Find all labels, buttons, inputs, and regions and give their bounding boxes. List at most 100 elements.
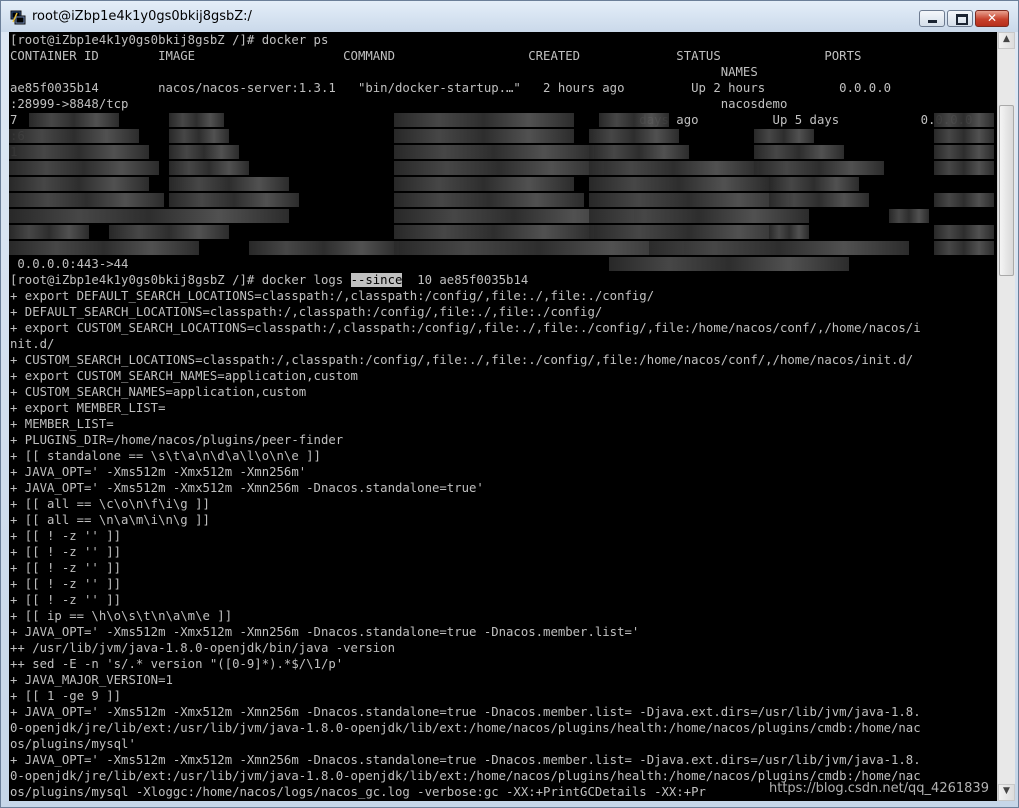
- terminal-line: NAMES: [10, 65, 758, 79]
- redacted-region: [589, 129, 679, 143]
- redacted-region: [934, 225, 994, 239]
- scroll-up-icon: ▲: [1003, 34, 1010, 44]
- terminal-line: ae85f0035b14 nacos/nacos-server:1.3.1 "b…: [10, 81, 891, 95]
- redacted-region: [394, 193, 584, 207]
- redacted-region: [9, 129, 139, 143]
- redacted-region: [934, 145, 994, 159]
- vertical-scrollbar[interactable]: ▲ ▼: [997, 32, 1015, 801]
- redacted-region: [169, 161, 249, 175]
- redacted-region: [249, 241, 399, 255]
- redacted-region: [394, 161, 604, 175]
- minimize-icon: [928, 20, 937, 23]
- command-prefix: [root@iZbp1e4k1y0gs0bkij8gsbZ /]# docker…: [10, 273, 351, 287]
- terminal-line: + JAVA_OPT=' -Xms512m -Xmx512m -Xmn256m …: [10, 705, 921, 719]
- redacted-region: [9, 145, 149, 159]
- window-controls: ✕: [917, 10, 1009, 28]
- terminal-line: + export MEMBER_LIST=: [10, 401, 166, 415]
- redacted-region: [754, 145, 844, 159]
- terminal-line: + JAVA_OPT=' -Xms512m -Xmx512m -Xmn256m …: [10, 481, 484, 495]
- redacted-region: [649, 241, 909, 255]
- redacted-region: [109, 225, 229, 239]
- redacted-region: [934, 113, 994, 127]
- redacted-region: [9, 161, 159, 175]
- redacted-region: [769, 177, 859, 191]
- redacted-region: [9, 193, 164, 207]
- terminal-line: 0.0.0.0:443->44: [10, 257, 129, 271]
- redacted-region: [754, 129, 814, 143]
- close-button[interactable]: ✕: [975, 10, 1009, 27]
- redacted-region: [169, 129, 229, 143]
- redacted-region: [589, 145, 689, 159]
- terminal-line: + PLUGINS_DIR=/home/nacos/plugins/peer-f…: [10, 433, 344, 447]
- close-icon: ✕: [987, 11, 998, 25]
- redacted-region: [589, 177, 769, 191]
- terminal-line: + [[ ! -z '' ]]: [10, 561, 122, 575]
- redacted-region: [394, 225, 594, 239]
- terminal-line: + [[ ! -z '' ]]: [10, 593, 122, 607]
- redacted-region: [934, 129, 994, 143]
- terminal-line: :28999->8848/tcp nacosdemo: [10, 97, 788, 111]
- redacted-region: [9, 225, 89, 239]
- redacted-region: [609, 257, 849, 271]
- terminal-line: CONTAINER ID IMAGE COMMAND CREATED STATU…: [10, 49, 862, 63]
- redacted-region: [589, 209, 809, 223]
- terminal-line: [root@iZbp1e4k1y0gs0bkij8gsbZ /]# docker…: [10, 33, 329, 47]
- redacted-region: [769, 193, 869, 207]
- terminal-window: root@iZbp1e4k1y0gs0bkij8gsbZ:/ ✕ [root@i…: [0, 0, 1019, 808]
- title-bar[interactable]: root@iZbp1e4k1y0gs0bkij8gsbZ:/ ✕: [1, 1, 1018, 32]
- terminal-line: + DEFAULT_SEARCH_LOCATIONS=classpath:/,c…: [10, 305, 603, 319]
- redacted-region: [589, 193, 789, 207]
- terminal-line: + [[ all == \n\a\m\i\n\g ]]: [10, 513, 210, 527]
- terminal-line: + [[ 1 -ge 9 ]]: [10, 689, 122, 703]
- terminal-line: + [[ ! -z '' ]]: [10, 545, 122, 559]
- redacted-region: [394, 113, 574, 127]
- terminal-output[interactable]: [root@iZbp1e4k1y0gs0bkij8gsbZ /]# docker…: [9, 32, 997, 801]
- scrollbar-thumb[interactable]: [999, 105, 1014, 277]
- redacted-region: [934, 241, 994, 255]
- scroll-down-button[interactable]: ▼: [998, 784, 1015, 801]
- terminal-line: [root@iZbp1e4k1y0gs0bkij8gsbZ /]# docker…: [10, 272, 528, 288]
- redacted-region: [589, 161, 759, 175]
- terminal-line: + [[ ! -z '' ]]: [10, 577, 122, 591]
- terminal-line: os/plugins/mysql': [10, 737, 136, 751]
- watermark-text: https://blog.csdn.net/qq_4261839: [769, 781, 989, 796]
- terminal-line: + JAVA_MAJOR_VERSION=1: [10, 673, 173, 687]
- terminal-line: os/plugins/mysql -Xloggc:/home/nacos/log…: [10, 785, 706, 799]
- redacted-region: [889, 209, 929, 223]
- redacted-region: [169, 145, 239, 159]
- redacted-region: [394, 145, 594, 159]
- redacted-region: [589, 225, 789, 239]
- terminal-line: ++ sed -E -n 's/.* version "([0-9]*).*$/…: [10, 657, 344, 671]
- redacted-region: [9, 177, 149, 191]
- redacted-region: [9, 241, 199, 255]
- window-title: root@iZbp1e4k1y0gs0bkij8gsbZ:/: [32, 9, 252, 24]
- redacted-region: [169, 193, 299, 207]
- terminal-line: + export CUSTOM_SEARCH_NAMES=application…: [10, 369, 358, 383]
- minimize-button[interactable]: [919, 10, 945, 27]
- terminal-line: + [[ ! -z '' ]]: [10, 529, 122, 543]
- redacted-region: [934, 193, 994, 207]
- terminal-line: + JAVA_OPT=' -Xms512m -Xmx512m -Xmn256m': [10, 465, 307, 479]
- redacted-region: [754, 161, 884, 175]
- redacted-region: [169, 113, 224, 127]
- scroll-up-button[interactable]: ▲: [998, 32, 1015, 49]
- terminal-line: nit.d/: [10, 337, 55, 351]
- redacted-region: [29, 113, 119, 127]
- terminal-line: + export DEFAULT_SEARCH_LOCATIONS=classp…: [10, 289, 655, 303]
- terminal-line: + JAVA_OPT=' -Xms512m -Xmx512m -Xmn256m …: [10, 753, 921, 767]
- terminal-line: + [[ standalone == \s\t\a\n\d\a\l\o\n\e …: [10, 449, 321, 463]
- putty-app-icon[interactable]: [10, 9, 26, 25]
- scroll-down-icon: ▼: [1003, 786, 1010, 796]
- terminal-line: ++ /usr/lib/jvm/java-1.8.0-openjdk/bin/j…: [10, 641, 395, 655]
- maximize-button[interactable]: [947, 10, 973, 27]
- terminal-line: + [[ ip == \h\o\s\t\n\a\m\e ]]: [10, 609, 233, 623]
- redacted-region: [169, 177, 289, 191]
- redacted-region: [9, 209, 289, 223]
- redacted-region: [394, 129, 574, 143]
- terminal-line: + CUSTOM_SEARCH_LOCATIONS=classpath:/,cl…: [10, 353, 914, 367]
- maximize-icon: [956, 14, 968, 25]
- selected-flag-text[interactable]: --since: [350, 273, 403, 287]
- command-suffix: 10 ae85f0035b14: [402, 273, 529, 287]
- redacted-region: [599, 113, 669, 127]
- terminal-line: + JAVA_OPT=' -Xms512m -Xmx512m -Xmn256m …: [10, 625, 640, 639]
